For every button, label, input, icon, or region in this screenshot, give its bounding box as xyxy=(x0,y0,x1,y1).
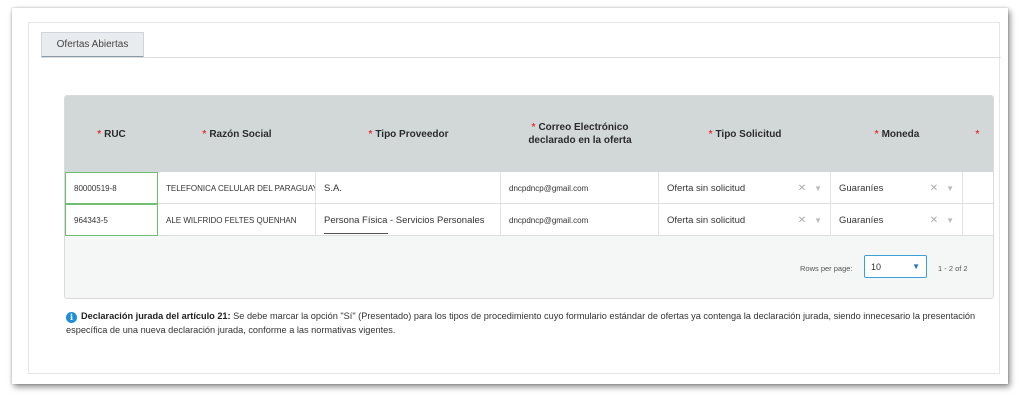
moneda-value: Guaraníes xyxy=(839,182,884,194)
table-row: 964343-5 ALE WILFRIDO FELTES QUENHAN Per… xyxy=(65,204,993,236)
rows-per-page-value: 10 xyxy=(871,261,882,272)
header-razon-social-label: Razón Social xyxy=(209,128,272,140)
tipo-solicitud-value: Oferta sin solicitud xyxy=(667,182,746,194)
header-more: * xyxy=(975,128,980,140)
cell-correo[interactable]: dncpdncp@gmail.com xyxy=(501,204,659,236)
table-row: 80000519-8 TELEFONICA CELULAR DEL PARAGU… xyxy=(65,172,993,204)
chevron-down-icon[interactable]: ▼ xyxy=(814,216,822,225)
cell-more xyxy=(963,204,993,236)
clear-icon[interactable]: ✕ xyxy=(798,183,806,194)
tab-ofertas-abiertas[interactable]: Ofertas Abiertas xyxy=(41,32,144,58)
header-tipo-solicitud[interactable]: * Tipo Solicitud xyxy=(659,96,831,172)
moneda-select[interactable]: Guaraníes ✕ ▼ xyxy=(831,172,963,204)
tab-divider xyxy=(41,57,1001,58)
page-info: 1 - 2 of 2 xyxy=(938,264,968,273)
table-footer: Rows per page: 10 ▼ 1 - 2 of 2 xyxy=(65,237,993,298)
rows-per-page-select[interactable]: 10 ▼ xyxy=(864,255,927,278)
header-ruc[interactable]: * RUC xyxy=(65,96,158,172)
moneda-value: Guaraníes xyxy=(839,214,884,226)
chevron-down-icon[interactable]: ▼ xyxy=(946,184,954,193)
clear-icon[interactable]: ✕ xyxy=(930,183,938,194)
header-correo[interactable]: * Correo Electrónico declarado en la ofer… xyxy=(501,96,659,172)
tipo-proveedor-value: Persona Física - Servicios Personales xyxy=(324,214,485,226)
cell-more xyxy=(963,172,993,204)
cell-razon-social: ALE WILFRIDO FELTES QUENHAN xyxy=(158,204,316,236)
cell-ruc[interactable]: 80000519-8 xyxy=(65,172,158,204)
header-tipo-proveedor-label: Tipo Proveedor xyxy=(375,128,449,140)
cell-razon-social: TELEFONICA CELULAR DEL PARAGUAY S. xyxy=(158,172,316,204)
note-title: Declaración jurada del artículo 21: xyxy=(81,311,231,321)
input-underline xyxy=(324,233,388,234)
razon-social-value: ALE WILFRIDO FELTES QUENHAN xyxy=(166,215,297,225)
chevron-down-icon[interactable]: ▼ xyxy=(814,184,822,193)
clear-icon[interactable]: ✕ xyxy=(798,215,806,226)
declaration-note: i Declaración jurada del artículo 21: Se … xyxy=(66,309,986,337)
header-tipo-solicitud-label: Tipo Solicitud xyxy=(715,128,782,140)
cell-tipo-proveedor[interactable]: Persona Física - Servicios Personales xyxy=(316,204,501,236)
tipo-solicitud-select[interactable]: Oferta sin solicitud ✕ ▼ xyxy=(659,204,831,236)
header-tipo-proveedor[interactable]: * Tipo Proveedor xyxy=(316,96,501,172)
cell-tipo-proveedor[interactable]: S.A. xyxy=(316,172,501,204)
chevron-down-icon: ▼ xyxy=(912,262,920,271)
tipo-solicitud-value: Oferta sin solicitud xyxy=(667,214,746,226)
tipo-solicitud-select[interactable]: Oferta sin solicitud ✕ ▼ xyxy=(659,172,831,204)
chevron-down-icon[interactable]: ▼ xyxy=(946,216,954,225)
offers-table-card: * RUC * Razón Social * Tipo Proveedor * Corr… xyxy=(64,95,994,299)
header-moneda-label: Moneda xyxy=(881,128,920,140)
rows-per-page-label: Rows per page: xyxy=(800,264,853,273)
header-correo-label: Correo Electrónico declarado en la ofert… xyxy=(528,122,632,146)
cell-correo[interactable]: dncpdncp@gmail.com xyxy=(501,172,659,204)
info-icon: i xyxy=(66,311,77,323)
header-ruc-label: RUC xyxy=(104,128,126,140)
table-header: * RUC * Razón Social * Tipo Proveedor * Corr… xyxy=(65,96,993,172)
moneda-select[interactable]: Guaraníes ✕ ▼ xyxy=(831,204,963,236)
header-moneda[interactable]: * Moneda xyxy=(831,96,963,172)
cell-ruc[interactable]: 964343-5 xyxy=(65,204,158,236)
clear-icon[interactable]: ✕ xyxy=(930,215,938,226)
header-razon-social[interactable]: * Razón Social xyxy=(158,96,316,172)
